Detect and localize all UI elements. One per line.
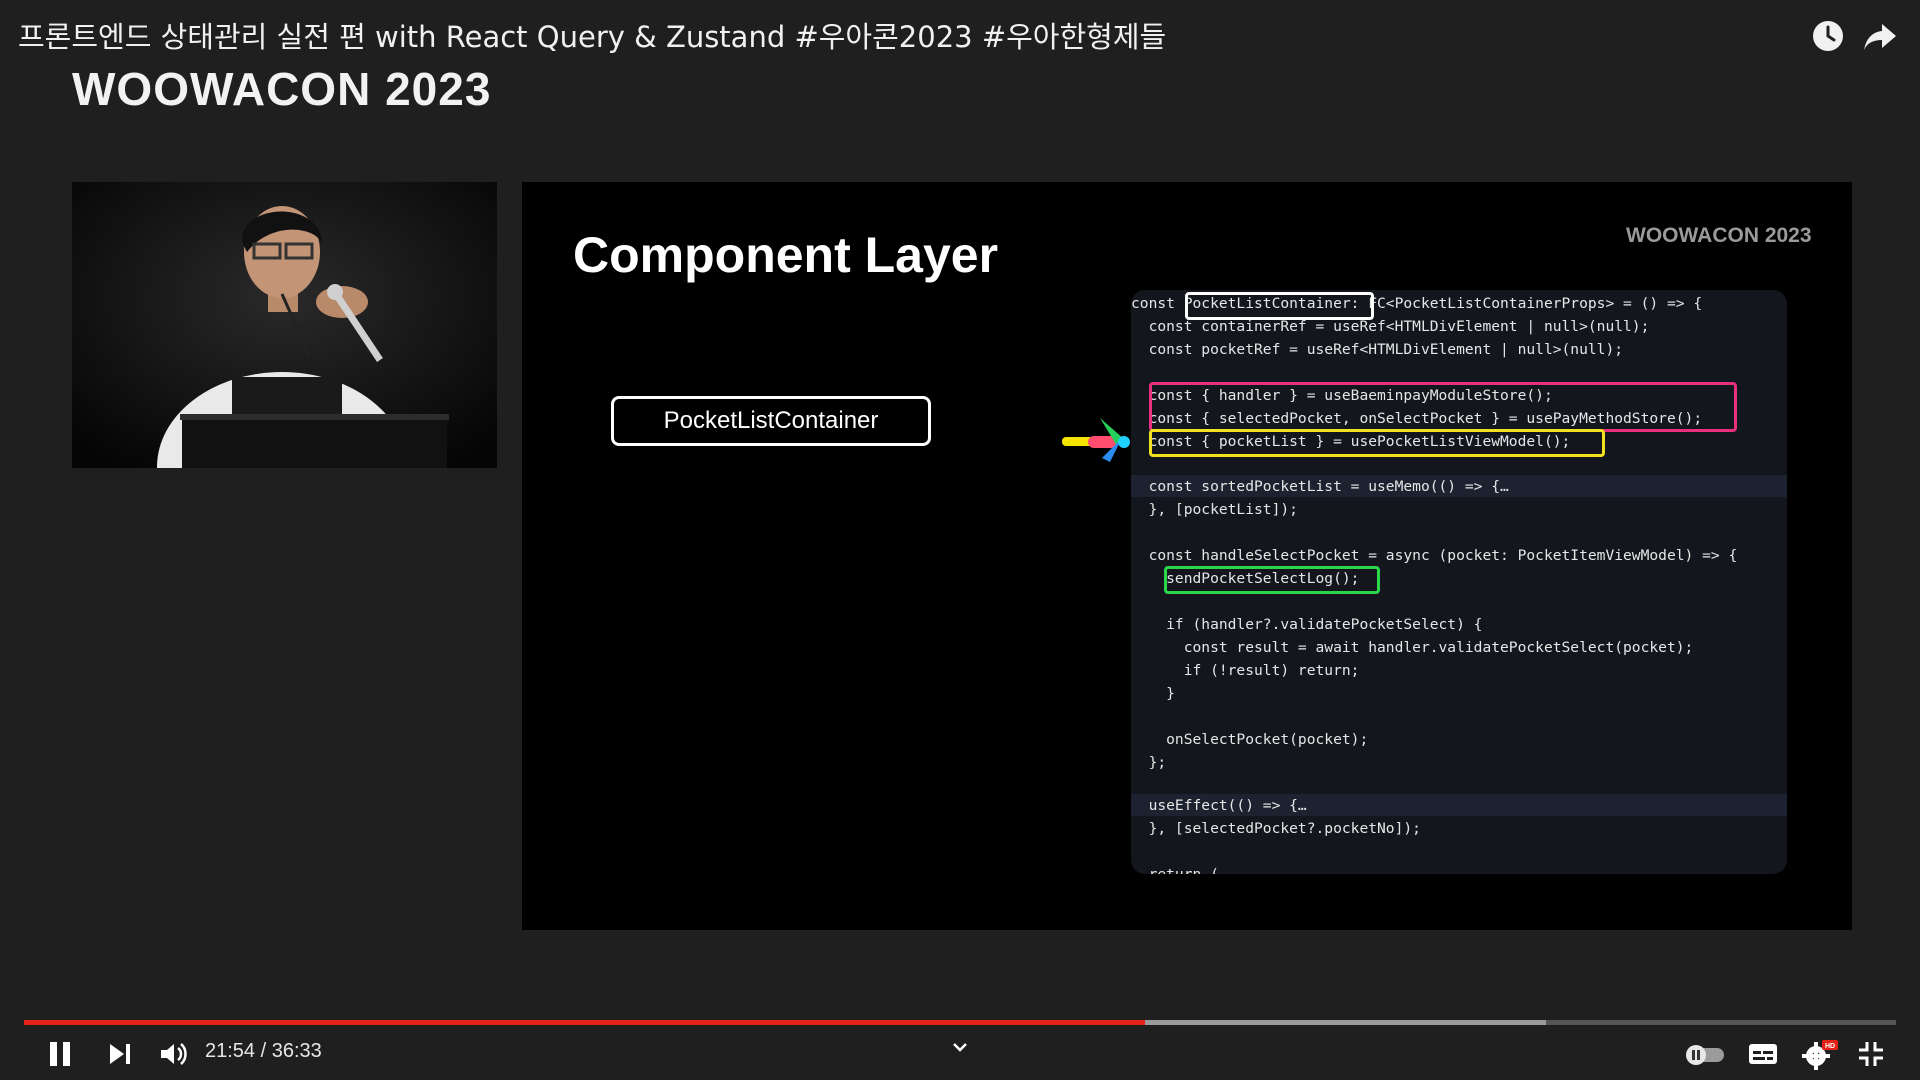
- autoplay-toggle-icon[interactable]: [1684, 1036, 1724, 1072]
- code-line: if (handler?.validatePocketSelect) {: [1131, 616, 1483, 633]
- code-line: return (: [1131, 865, 1219, 874]
- highlight-box-log: [1164, 566, 1380, 594]
- time-display: 21:54 / 36:33: [205, 1040, 322, 1062]
- code-line: }: [1131, 685, 1175, 702]
- code-line: const pocketRef = useRef<HTMLDivElement …: [1131, 341, 1624, 358]
- code-line: const sortedPocketList = useMemo(() => {…: [1131, 478, 1509, 495]
- code-panel: const PocketListContainer: FC<PocketList…: [1131, 290, 1787, 874]
- chevron-down-icon[interactable]: [942, 1030, 978, 1066]
- code-line: onSelectPocket(pocket);: [1131, 731, 1369, 748]
- conference-logo: WOOWACON 2023: [72, 63, 492, 115]
- svg-text:HD: HD: [1825, 1043, 1835, 1050]
- subtitles-icon[interactable]: [1745, 1036, 1781, 1072]
- code-line: }, [pocketList]);: [1131, 501, 1298, 518]
- highlight-box-stores: [1149, 382, 1737, 432]
- arrow-icon: [1062, 418, 1130, 462]
- volume-icon[interactable]: [155, 1036, 191, 1072]
- code-line: }, [selectedPocket?.pocketNo]);: [1131, 820, 1421, 837]
- exit-fullscreen-icon[interactable]: [1853, 1036, 1889, 1072]
- progress-played: [24, 1020, 1145, 1025]
- code-line: };: [1131, 754, 1167, 771]
- speaker-video: [72, 182, 497, 468]
- settings-icon[interactable]: HD: [1800, 1036, 1838, 1072]
- code-line: if (!result) return;: [1131, 662, 1360, 679]
- code-line: useEffect(() => {…: [1131, 797, 1307, 814]
- speaker-illustration: [72, 182, 497, 468]
- component-box: PocketListContainer: [611, 396, 931, 446]
- code-line: const result = await handler.validatePoc…: [1131, 639, 1694, 656]
- slide-title: Component Layer: [573, 227, 999, 283]
- highlight-box-viewmodel: [1149, 429, 1605, 457]
- code-line: const handleSelectPocket = async (pocket…: [1131, 547, 1738, 564]
- pause-icon[interactable]: [42, 1036, 78, 1072]
- highlight-box-component: [1185, 292, 1374, 320]
- video-title: 프론트엔드 상태관리 실전 편 with React Query & Zusta…: [18, 20, 1167, 54]
- code-line: const containerRef = useRef<HTMLDivEleme…: [1131, 318, 1650, 335]
- share-icon[interactable]: [1862, 18, 1898, 54]
- slide-logo: WOOWACON 2023: [1626, 224, 1812, 247]
- next-icon[interactable]: [102, 1036, 138, 1072]
- watch-later-icon[interactable]: [1810, 18, 1846, 54]
